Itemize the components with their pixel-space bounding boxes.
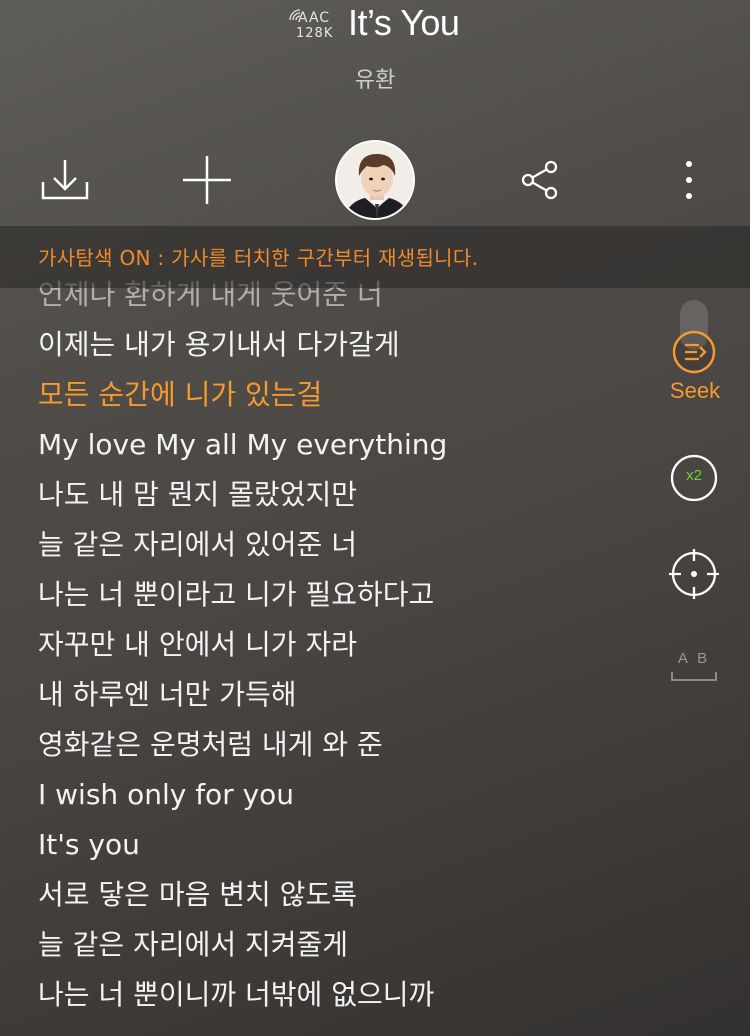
seek-icon [672,330,716,374]
share-icon [521,160,558,200]
more-vertical-icon [686,161,692,199]
lyric-line[interactable]: 나는 너 뿐이라고 니가 필요하다고 [38,570,658,620]
player-header: AAC 128K It’s You 유환 [0,0,750,130]
more-options-button[interactable] [654,140,724,220]
lyric-line[interactable]: 늘 같은 자리에서 지켜줄게 [38,920,658,970]
crosshair-icon [669,549,719,599]
lyric-line[interactable]: My love My all My everything [38,420,658,470]
lyric-line[interactable]: 나도 내 맘 뭔지 몰랐었지만 [38,470,658,520]
audio-quality-badge: AAC 128K [288,6,336,42]
download-icon [41,160,89,200]
lyric-line[interactable]: 늘 같은 자리에서 있어준 너 [38,520,658,570]
artist-name[interactable]: 유환 [0,62,750,94]
lyric-search-banner: 가사탐색 ON : 가사를 터치한 구간부터 재생됩니다. [0,226,750,288]
seek-label: Seek [669,378,721,403]
seek-button[interactable]: Seek [660,330,730,410]
ab-repeat-button[interactable]: A B [668,650,720,686]
quality-format: AAC [298,10,331,26]
playback-speed-label: x2 [686,467,702,484]
lyric-line[interactable]: 서로 닿은 마음 변치 않도록 [38,870,658,920]
lyric-line-current[interactable]: 모든 순간에 니가 있는걸 [38,370,658,420]
quality-bitrate: 128K [296,26,334,41]
lyric-line[interactable]: I wish only for you [38,770,658,820]
lyric-line[interactable]: 나는 너 뿐이니까 너밖에 없으니까 [38,970,658,1020]
player-toolbar [0,140,750,220]
lyric-line[interactable]: 내 하루엔 너만 가득해 [38,670,658,720]
song-title: It’s You [348,2,460,43]
add-to-playlist-button[interactable] [172,140,242,220]
lyric-line[interactable]: 영화같은 운명처럼 내게 와 준 [38,720,658,770]
lyrics-list[interactable]: 언제나 환하게 내게 웃어준 너 이제는 내가 용기내서 다가갈게 모든 순간에… [38,270,658,1036]
locate-current-lyric-button[interactable] [668,548,720,600]
artist-avatar[interactable] [335,140,415,220]
lyric-side-controls: Seek x2 A B [660,290,730,710]
lyric-line[interactable]: It's you [38,820,658,870]
playback-speed-button[interactable]: x2 [670,454,718,502]
lyric-search-banner-text: 가사탐색 ON : 가사를 터치한 구간부터 재생됩니다. [38,246,479,270]
ab-range-icon [671,672,717,681]
plus-icon [183,156,231,204]
lyric-line[interactable]: 자꾸만 내 안에서 니가 자라 [38,620,658,670]
download-button[interactable] [30,140,100,220]
share-button[interactable] [505,140,575,220]
lyric-line[interactable]: 이제는 내가 용기내서 다가갈게 [38,320,658,370]
artist-photo [337,142,413,218]
ab-repeat-label: A B [677,650,711,667]
